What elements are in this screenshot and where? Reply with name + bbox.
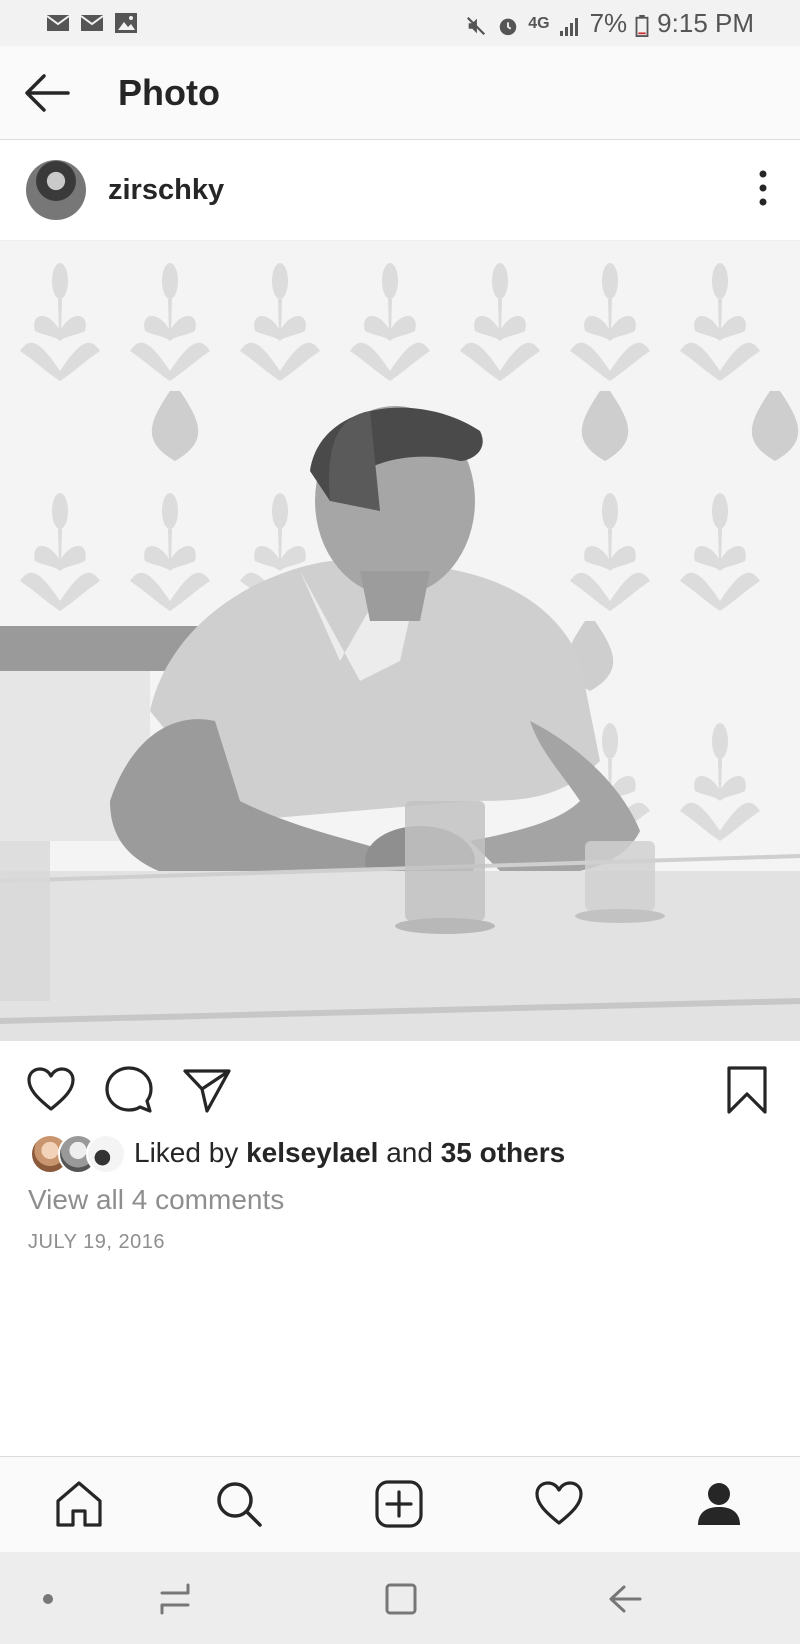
page-title: Photo [118,72,220,113]
post-photo[interactable] [0,241,800,1041]
more-options-icon[interactable] [756,168,770,208]
system-nav [0,1552,800,1644]
liker-avatars [30,1134,126,1174]
bookmark-icon[interactable] [722,1065,772,1115]
status-right: 4G 7% 9:15 PM [464,8,754,39]
post-actions [0,1041,800,1127]
status-left-icons [46,12,138,34]
network-label: 4G [528,14,550,32]
post-header: zirschky [0,140,800,241]
avatar [86,1134,126,1174]
home-square-icon[interactable] [382,1580,420,1618]
add-icon[interactable] [374,1479,424,1529]
home-icon[interactable] [54,1479,104,1529]
liked-by-others[interactable]: 35 others [441,1137,566,1168]
likes-row[interactable]: Liked by kelseylael and 35 others [30,1133,565,1174]
alarm-icon [496,13,520,35]
liked-by-prefix: Liked by [134,1137,247,1168]
bottom-nav [0,1456,800,1552]
mail-icon [80,12,104,34]
activity-heart-icon[interactable] [534,1479,584,1529]
app-header: Photo [0,46,800,140]
status-bar: 4G 7% 9:15 PM [0,0,800,46]
likes-text: Liked by kelseylael and 35 others [134,1137,565,1169]
profile-icon[interactable] [694,1479,744,1529]
gallery-icon [114,12,138,34]
clock: 9:15 PM [657,8,754,38]
back-arrow-icon[interactable] [22,70,72,116]
photo-illustration [0,241,800,1041]
view-comments-link[interactable]: View all 4 comments [28,1184,284,1216]
mute-icon [464,13,488,35]
search-icon[interactable] [214,1479,264,1529]
recents-icon[interactable] [156,1580,194,1618]
comment-icon[interactable] [104,1065,154,1115]
heart-icon[interactable] [26,1065,76,1115]
signal-icon [558,13,582,36]
share-icon[interactable] [182,1065,232,1115]
mail-icon [46,12,70,34]
back-icon[interactable] [606,1580,644,1618]
post-date: JULY 19, 2016 [28,1231,165,1253]
liked-by-middle: and [378,1137,441,1168]
liked-by-user[interactable]: kelseylael [246,1137,378,1168]
dot-icon[interactable] [36,1580,60,1618]
battery-percent: 7% [589,8,628,38]
avatar[interactable] [26,160,86,220]
post-username[interactable]: zirschky [108,174,224,207]
battery-icon [635,13,649,37]
